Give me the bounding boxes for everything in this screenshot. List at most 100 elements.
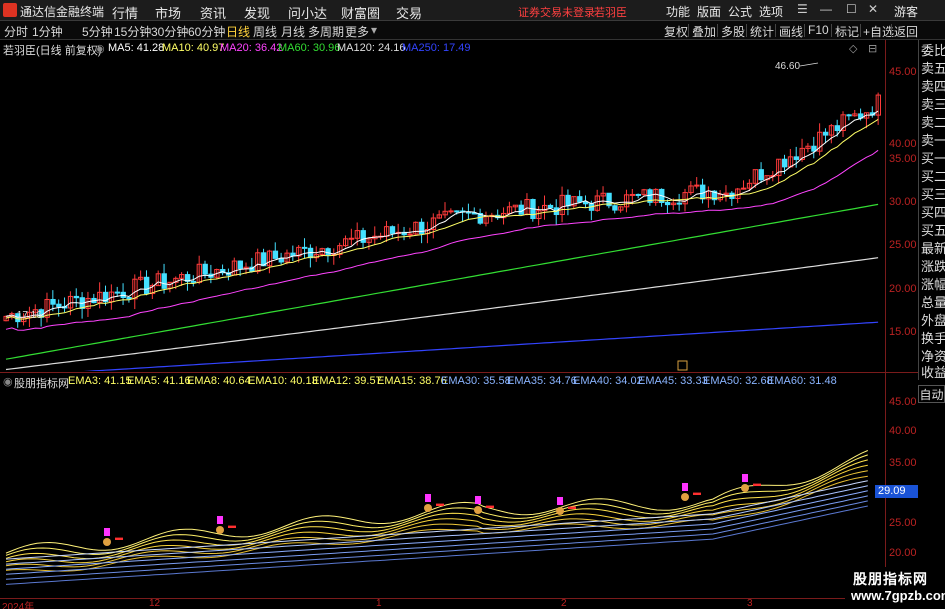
tab-5min[interactable]: 5分钟 (82, 23, 113, 40)
ema-label: EMA5: 41.16 (127, 375, 191, 387)
indicator-settings-icon[interactable]: ◉ (3, 375, 13, 388)
stock-name: 若羽臣 (594, 7, 627, 19)
date-axis: 2024年 12 1 2 3 (0, 598, 885, 609)
candle-body (325, 248, 331, 256)
tab-1min[interactable]: 1分钟 (32, 23, 63, 40)
side-item[interactable]: 涨跌 (921, 260, 945, 274)
side-item[interactable]: 买三 (921, 188, 945, 202)
expand-icon[interactable]: ⊟ (868, 42, 877, 55)
side-item[interactable]: 卖一 (921, 134, 945, 148)
guest-label[interactable]: 游客 (894, 3, 918, 20)
chevron-down-icon[interactable]: ▾ (371, 23, 377, 37)
menu-market[interactable]: 市场 (155, 3, 181, 22)
multi-stock-button[interactable]: 多股 (721, 23, 745, 40)
tab-monthly[interactable]: 月线 (281, 23, 305, 40)
menu-quotes[interactable]: 行情 (112, 3, 138, 22)
high-price-label: 46.60 (775, 61, 800, 72)
signal-coin-icon (474, 506, 482, 514)
menu-wealth[interactable]: 财富圈 (341, 3, 380, 22)
menu-layout[interactable]: 版面 (697, 3, 721, 20)
indicator-title: 股朋指标网 (14, 378, 69, 390)
candle-body (161, 273, 167, 289)
settings-icon[interactable]: ◉ (95, 42, 105, 55)
side-item[interactable]: 总量 (921, 296, 945, 310)
back-button[interactable]: 返回 (894, 23, 918, 40)
candle-body (126, 296, 132, 300)
candle-body (577, 196, 583, 203)
tab-15min[interactable]: 15分钟 (114, 23, 151, 40)
menu-discover[interactable]: 发现 (244, 3, 270, 22)
tab-multi-period[interactable]: 多周期 (308, 23, 344, 40)
ema-label: EMA15: 38.76 (377, 375, 447, 387)
watermark: 股朋指标网 www.7gpzb.com (845, 567, 945, 609)
candle-body (237, 260, 243, 269)
menu-function[interactable]: 功能 (666, 3, 690, 20)
signal-coin-icon (681, 493, 689, 501)
candle-body (448, 210, 454, 213)
mark-button[interactable]: 标记 (835, 23, 859, 40)
side-item[interactable]: 买五 (921, 224, 945, 238)
menu-news[interactable]: 资讯 (200, 3, 226, 22)
menu-trade[interactable]: 交易 (396, 3, 422, 22)
signal-bar (682, 483, 688, 491)
side-item[interactable]: 卖三 (921, 98, 945, 112)
signal-marker: ▬ (693, 488, 701, 497)
side-item[interactable]: 净资 (921, 350, 945, 364)
close-icon[interactable]: ✕ (868, 2, 878, 16)
side-item[interactable]: 委比 (921, 44, 945, 58)
menu-options[interactable]: 选项 (759, 3, 783, 20)
signal-bar (557, 497, 563, 505)
candle-body (190, 280, 197, 283)
side-item[interactable]: 买四 (921, 206, 945, 220)
side-item[interactable]: 最新 (921, 242, 945, 256)
tab-intraday[interactable]: 分时 (4, 23, 28, 40)
overlay-button[interactable]: 叠加 (692, 23, 716, 40)
side-item[interactable]: 卖二 (921, 116, 945, 130)
side-item[interactable]: 换手 (921, 332, 945, 346)
side-item[interactable]: 收益 (921, 366, 945, 380)
stats-button[interactable]: 统计 (750, 23, 774, 40)
ma10-label: MA10: 40.97 (162, 42, 225, 54)
draw-button[interactable]: 画线 (779, 23, 803, 40)
candle-body (846, 114, 852, 117)
side-item[interactable]: 买二 (921, 170, 945, 184)
candle-body (694, 184, 700, 187)
candle-body (629, 193, 636, 196)
f10-button[interactable]: F10 (808, 23, 829, 37)
menu-ask[interactable]: 问小达 (288, 3, 327, 22)
auto-button[interactable]: 自动 (918, 385, 945, 403)
side-item[interactable]: 外盘 (921, 314, 945, 328)
tab-60min[interactable]: 60分钟 (188, 23, 225, 40)
adjust-button[interactable]: 复权 (664, 23, 688, 40)
ema-label: EMA35: 34.76 (507, 375, 577, 387)
login-warning[interactable]: 证券交易未登录 (518, 4, 595, 20)
ema-label: EMA45: 33.33 (638, 375, 708, 387)
side-item[interactable]: 涨幅 (921, 278, 945, 292)
tab-weekly[interactable]: 周线 (253, 23, 277, 40)
axis-tick: 35.00 (889, 457, 917, 469)
tab-more[interactable]: 更多 (345, 23, 369, 40)
candle-body (419, 221, 425, 235)
menu-icon[interactable]: ☰ (797, 2, 808, 16)
candle-body (143, 276, 150, 295)
title-bar: 通达信金融终端 行情 市场 资讯 发现 问小达 财富圈 交易 证券交易未登录 若… (0, 0, 945, 21)
side-item[interactable]: 买一 (921, 152, 945, 166)
signal-coin-icon (216, 526, 224, 534)
signal-bar (425, 494, 431, 502)
minimize-icon[interactable]: — (820, 2, 832, 16)
watermark-line1: 股朋指标网 (853, 571, 928, 587)
side-item[interactable]: 卖五 (921, 62, 945, 76)
tab-30min[interactable]: 30分钟 (151, 23, 188, 40)
signal-marker: ▬ (436, 499, 444, 508)
tab-daily[interactable]: 日线 (226, 23, 250, 40)
maximize-icon[interactable]: ☐ (846, 2, 857, 16)
candle-body (389, 226, 396, 234)
date-label: 2 (561, 598, 567, 609)
side-item[interactable]: 卖四 (921, 80, 945, 94)
menu-formula[interactable]: 公式 (728, 3, 752, 20)
ema-indicator-chart[interactable]: ▬ ▬ ▬ ▬ ▬ ▬ ▬ (0, 390, 885, 598)
add-watchlist-button[interactable]: +自选 (863, 23, 894, 40)
diamond-icon[interactable]: ◇ (849, 42, 857, 55)
ma-line (83, 321, 879, 371)
main-kline-chart[interactable]: 46.60 ← 17.16 (0, 56, 885, 371)
